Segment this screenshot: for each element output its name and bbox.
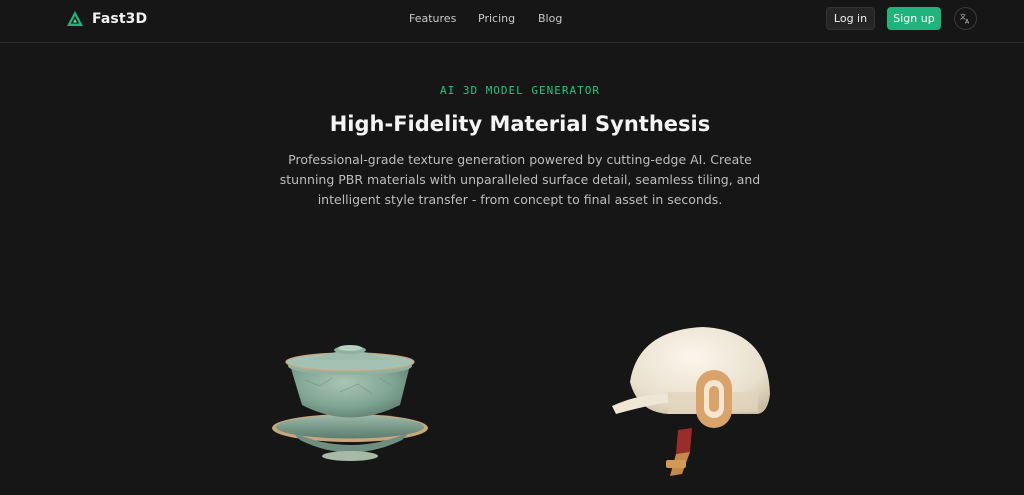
hero-subtitle: Professional-grade texture generation po… (279, 152, 761, 207)
nav-blog[interactable]: Blog (538, 12, 562, 25)
svg-text:A: A (965, 19, 970, 25)
celadon-teacup-model (272, 345, 428, 461)
translate-icon: 文 A (960, 13, 970, 25)
helmet-model (612, 327, 770, 476)
top-navbar: Fast3D Features Pricing Blog Log in Sign… (0, 0, 1024, 43)
nav-pricing[interactable]: Pricing (478, 12, 515, 25)
nav-features[interactable]: Features (409, 12, 456, 25)
hero-eyebrow: AI 3D MODEL GENERATOR (439, 84, 601, 97)
login-button[interactable]: Log in (826, 7, 875, 30)
language-button[interactable]: 文 A (954, 7, 977, 30)
signup-button[interactable]: Sign up (887, 7, 941, 30)
hero-title: High-Fidelity Material Synthesis (329, 112, 711, 136)
landing-page: Fast3D Features Pricing Blog Log in Sign… (0, 0, 1024, 495)
